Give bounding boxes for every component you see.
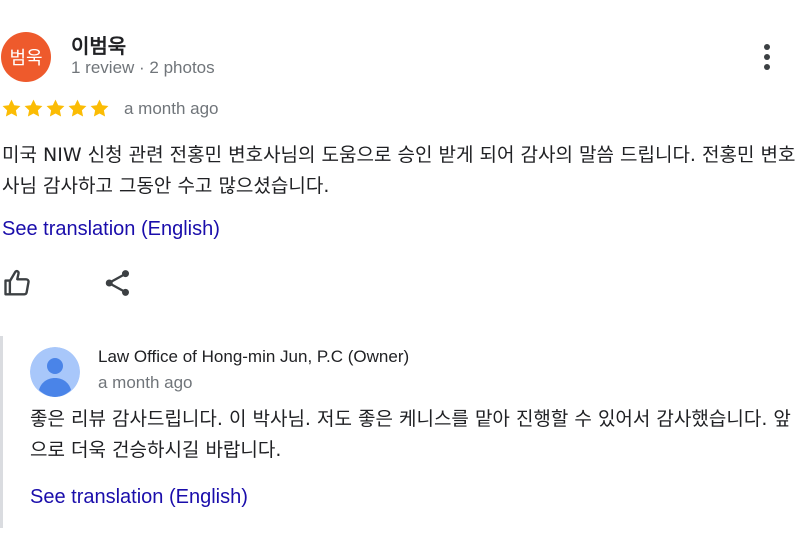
rating-row: a month ago	[1, 98, 219, 119]
owner-avatar[interactable]	[30, 347, 80, 397]
star-icon	[2, 99, 21, 117]
star-icon	[68, 99, 87, 117]
owner-see-translation-link[interactable]: See translation (English)	[30, 486, 248, 509]
star-icon	[24, 99, 43, 117]
owner-name: Law Office of Hong-min Jun, P.C (Owner)	[98, 347, 410, 366]
review-date: a month ago	[124, 98, 219, 118]
see-translation-link[interactable]: See translation (English)	[2, 218, 220, 241]
owner-response: Law Office of Hong-min Jun, P.C (Owner) …	[0, 336, 805, 528]
share-icon[interactable]	[103, 268, 133, 298]
more-options-button[interactable]	[754, 40, 780, 74]
review-text: 미국 NIW 신청 관련 전홍민 변호사님의 도움으로 승인 받게 되어 감사의…	[2, 144, 796, 197]
reviewer-avatar[interactable]: 범욱	[1, 32, 51, 82]
reviewer-name[interactable]: 이범욱	[71, 30, 126, 59]
star-icon	[90, 99, 109, 117]
reviewer-meta[interactable]: 1 review · 2 photos	[71, 58, 215, 78]
owner-response-text: 좋은 리뷰 감사드립니다. 이 박사님. 저도 좋은 케니스를 맡아 진행할 수…	[30, 408, 791, 461]
thumb-up-icon[interactable]	[3, 268, 33, 298]
more-vert-icon	[764, 44, 770, 70]
star-rating	[1, 98, 110, 119]
default-profile-icon	[30, 347, 80, 397]
owner-response-date: a month ago	[98, 373, 193, 392]
star-icon	[46, 99, 65, 117]
